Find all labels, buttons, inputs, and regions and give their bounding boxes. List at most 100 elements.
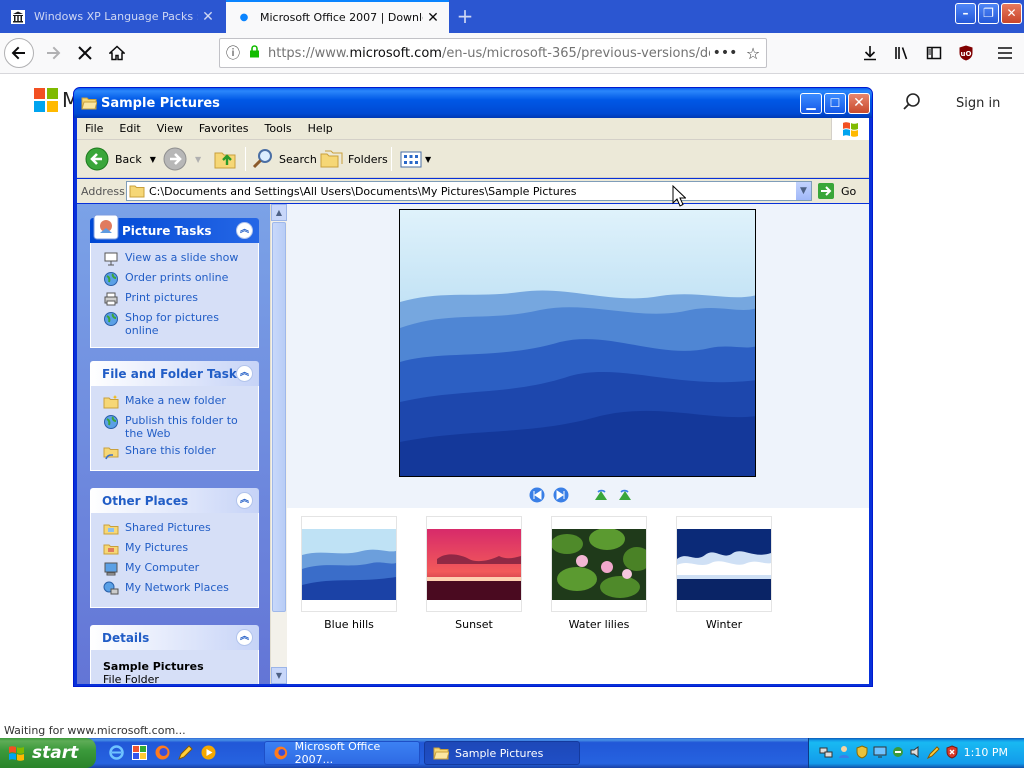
connection-tray-icon[interactable] bbox=[891, 745, 905, 759]
back-dropdown-icon[interactable]: ▼ bbox=[150, 155, 156, 164]
shared-pictures-folder-icon bbox=[103, 524, 119, 535]
place-my-network-places[interactable]: My Network Places bbox=[103, 581, 252, 597]
up-folder-button[interactable] bbox=[213, 147, 237, 171]
menu-button[interactable] bbox=[990, 38, 1020, 68]
collapse-chevron-icon[interactable]: ︽ bbox=[236, 365, 253, 382]
browser-restore-button[interactable]: ❐ bbox=[978, 3, 999, 24]
previous-image-icon[interactable] bbox=[529, 487, 545, 503]
forward-button[interactable] bbox=[38, 38, 68, 68]
other-places-header[interactable]: Other Places ︽ bbox=[90, 488, 259, 513]
task-publish-to-web[interactable]: Publish this folder to the Web bbox=[103, 414, 252, 440]
notepad-pencil-icon[interactable] bbox=[177, 744, 194, 761]
back-button[interactable]: Back ▼ bbox=[85, 147, 156, 171]
blue-hills-thumbnail bbox=[302, 528, 396, 600]
page-actions-icon[interactable]: ••• bbox=[710, 45, 740, 61]
scroll-thumb[interactable] bbox=[272, 222, 286, 612]
menu-tools[interactable]: Tools bbox=[257, 122, 300, 135]
task-shop-pictures[interactable]: Shop for pictures online bbox=[103, 311, 252, 337]
home-icon bbox=[109, 45, 125, 61]
padlock-icon[interactable] bbox=[246, 45, 262, 61]
task-pane-scrollbar[interactable]: ▲ ▼ bbox=[270, 204, 287, 684]
browser-tab-office-2007[interactable]: ● Microsoft Office 2007 | Download ✕ bbox=[226, 0, 449, 33]
go-button[interactable]: Go bbox=[817, 182, 856, 200]
browser-close-button[interactable]: ✕ bbox=[1001, 3, 1022, 24]
close-button[interactable]: ✕ bbox=[848, 93, 870, 114]
folders-button[interactable]: Folders bbox=[320, 147, 388, 171]
bookmark-star-icon[interactable]: ☆ bbox=[740, 44, 766, 63]
menu-file[interactable]: File bbox=[77, 122, 111, 135]
preview-image-blue-hills[interactable] bbox=[399, 209, 756, 477]
sign-in-link[interactable]: Sign in bbox=[956, 96, 1000, 111]
home-button[interactable] bbox=[102, 38, 132, 68]
network-tray-icon[interactable] bbox=[819, 745, 833, 759]
file-folder-tasks-header[interactable]: File and Folder Tasks ︽ bbox=[90, 361, 259, 386]
menu-edit[interactable]: Edit bbox=[111, 122, 148, 135]
user-tray-icon[interactable] bbox=[837, 745, 851, 759]
views-dropdown-icon[interactable]: ▼ bbox=[425, 155, 431, 164]
details-header[interactable]: Details ︽ bbox=[90, 625, 259, 650]
browser-minimize-button[interactable]: – bbox=[955, 3, 976, 24]
back-button[interactable] bbox=[4, 38, 34, 68]
next-image-icon[interactable] bbox=[553, 487, 569, 503]
scroll-down-icon[interactable]: ▼ bbox=[271, 667, 287, 684]
place-my-computer[interactable]: My Computer bbox=[103, 561, 252, 577]
microsoft-logo[interactable] bbox=[34, 88, 58, 112]
maximize-button[interactable]: ☐ bbox=[824, 93, 846, 114]
tab-close-icon[interactable]: ✕ bbox=[423, 10, 443, 26]
address-field[interactable]: C:\Documents and Settings\All Users\Docu… bbox=[126, 181, 812, 201]
clock[interactable]: 1:10 PM bbox=[964, 746, 1008, 759]
speaker-tray-icon[interactable] bbox=[909, 745, 923, 759]
task-order-prints[interactable]: Order prints online bbox=[103, 271, 252, 287]
task-print-pictures[interactable]: Print pictures bbox=[103, 291, 252, 307]
tab-close-icon[interactable]: ✕ bbox=[198, 9, 218, 25]
forward-button[interactable]: ▼ bbox=[163, 147, 201, 171]
stop-button[interactable] bbox=[70, 38, 100, 68]
browser-tab-xp-language-packs[interactable]: Windows XP Language Packs : Mi ✕ bbox=[0, 0, 224, 33]
menu-view[interactable]: View bbox=[149, 122, 191, 135]
thumbnail-sunset[interactable]: Sunset bbox=[426, 516, 522, 631]
rotate-counterclockwise-icon[interactable] bbox=[617, 487, 633, 503]
menu-favorites[interactable]: Favorites bbox=[191, 122, 257, 135]
media-player-icon[interactable] bbox=[200, 744, 217, 761]
page-search-icon[interactable] bbox=[902, 92, 922, 112]
views-button[interactable]: ▼ bbox=[399, 147, 431, 171]
folders-icon bbox=[320, 150, 343, 168]
library-button[interactable] bbox=[887, 38, 917, 68]
taskbar-button-sample-pictures[interactable]: Sample Pictures bbox=[424, 741, 580, 765]
collapse-chevron-icon[interactable]: ︽ bbox=[236, 222, 253, 239]
search-button[interactable]: Search bbox=[251, 147, 317, 171]
forward-dropdown-icon[interactable]: ▼ bbox=[195, 155, 201, 164]
downloads-button[interactable] bbox=[855, 38, 885, 68]
explorer-title-bar[interactable]: Sample Pictures ▁ ☐ ✕ bbox=[74, 88, 872, 118]
collapse-chevron-icon[interactable]: ︽ bbox=[236, 492, 253, 509]
sidebar-button[interactable] bbox=[919, 38, 949, 68]
pencil-tray-icon[interactable] bbox=[927, 745, 941, 759]
scroll-up-icon[interactable]: ▲ bbox=[271, 204, 287, 221]
start-button[interactable]: start bbox=[0, 738, 96, 768]
url-bar[interactable]: ⓘ https://www.microsoft.com/en-us/micros… bbox=[219, 38, 767, 68]
address-dropdown-icon[interactable]: ▼ bbox=[795, 182, 811, 200]
task-share-folder[interactable]: Share this folder bbox=[103, 444, 252, 460]
picture-tasks-header[interactable]: Picture Tasks ︽ bbox=[90, 214, 259, 243]
place-shared-pictures[interactable]: Shared Pictures bbox=[103, 521, 252, 537]
minimize-button[interactable]: ▁ bbox=[800, 93, 822, 114]
task-make-new-folder[interactable]: Make a new folder bbox=[103, 394, 252, 410]
ublock-origin-button[interactable]: uO bbox=[951, 38, 981, 68]
internet-explorer-icon[interactable] bbox=[108, 744, 125, 761]
display-tray-icon[interactable] bbox=[873, 745, 887, 759]
collapse-chevron-icon[interactable]: ︽ bbox=[236, 629, 253, 646]
menu-help[interactable]: Help bbox=[300, 122, 341, 135]
rotate-clockwise-icon[interactable] bbox=[593, 487, 609, 503]
security-shield-tray-icon[interactable] bbox=[855, 745, 869, 759]
site-info-icon[interactable]: ⓘ bbox=[220, 43, 246, 63]
thumbnail-winter[interactable]: Winter bbox=[676, 516, 772, 631]
place-my-pictures[interactable]: My Pictures bbox=[103, 541, 252, 557]
thumbnail-blue-hills[interactable]: Blue hills bbox=[301, 516, 397, 631]
new-tab-button[interactable]: + bbox=[452, 4, 478, 30]
firefox-icon[interactable] bbox=[154, 744, 171, 761]
paint-icon[interactable] bbox=[131, 744, 148, 761]
taskbar-button-office-2007[interactable]: Microsoft Office 2007... bbox=[264, 740, 420, 766]
task-view-slideshow[interactable]: View as a slide show bbox=[103, 251, 252, 267]
thumbnail-water-lilies[interactable]: Water lilies bbox=[551, 516, 647, 631]
alert-shield-tray-icon[interactable] bbox=[945, 745, 959, 759]
